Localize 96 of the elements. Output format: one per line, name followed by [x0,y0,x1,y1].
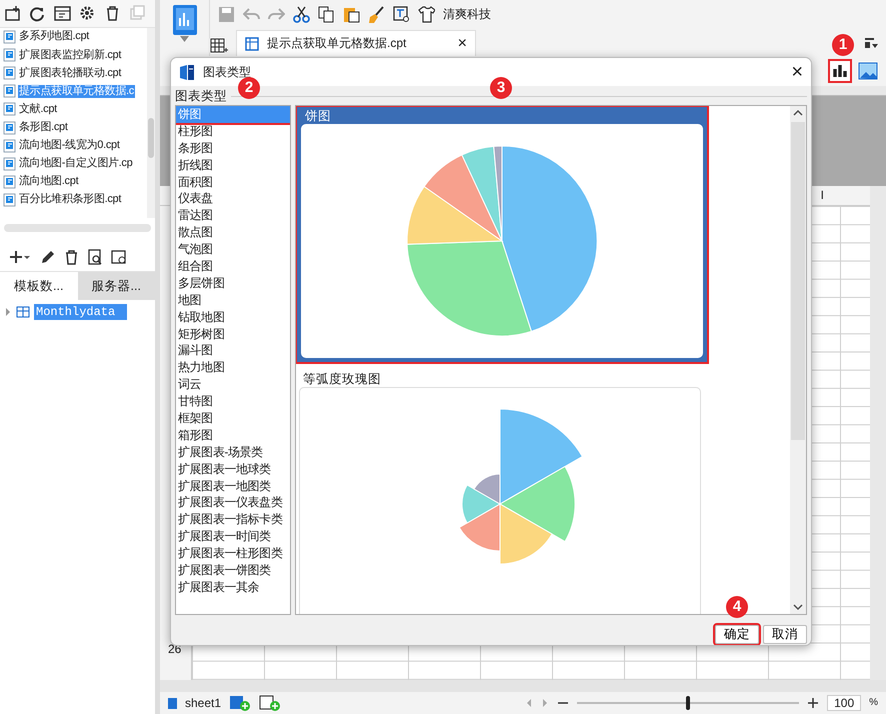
chart-type-item[interactable]: 钻取地图 [176,308,290,326]
plus-icon[interactable] [807,697,820,709]
chart-preview[interactable]: 等弧度玫瑰图 [297,370,703,614]
preview-title: 等弧度玫瑰图 [302,372,382,387]
chart-type-item[interactable]: 组合图 [176,258,290,275]
panel-tab[interactable]: 服务器... [78,272,155,300]
chart-type-item[interactable]: 扩展图表一饼图类 [176,562,290,579]
expand-arrow-icon[interactable] [4,307,12,318]
chart-type-item[interactable]: 扩展图表一地球类 [176,460,290,478]
group-label: 图表类型 [175,89,227,104]
file-icon [3,156,16,171]
column-header: I [820,188,824,203]
file-icon [3,174,16,189]
plus-icon[interactable] [8,249,31,266]
scissors-icon[interactable] [293,6,310,23]
chart-type-item[interactable]: 扩展图表一时间类 [176,528,290,546]
chart-type-item[interactable]: 扩展图表一柱形图类 [176,545,290,562]
chart-type-item[interactable]: 条形图 [176,140,290,157]
chart-type-item[interactable]: 扩展图表一仪表盘类 [176,494,290,512]
cancel-button[interactable]: 取消 [763,625,807,644]
scrollbar[interactable] [4,224,151,232]
dropdown-icon[interactable] [864,36,878,50]
chart-type-item[interactable]: 扩展图表一指标卡类 [176,511,290,528]
chart-type-item[interactable]: 扩展图表一地图类 [176,478,290,494]
chart-type-item[interactable]: 扩展图表-场景类 [176,444,290,461]
chart-type-item[interactable]: 雷达图 [176,207,290,224]
dialog-title: 图表类型 [203,64,251,80]
add-report-icon[interactable] [229,695,252,711]
chart-type-item[interactable]: 气泡图 [176,241,290,258]
chart-type-item[interactable]: 矩形树图 [176,326,290,342]
theme-label[interactable]: 清爽科技 [443,7,491,22]
text-search-icon[interactable] [393,6,410,23]
zoom-field[interactable]: 100 [827,694,862,712]
file-item[interactable]: 流向地图-线宽为0.cpt [18,139,121,152]
file-item[interactable]: 流向地图-自定义图片.cp [18,157,134,170]
chart-design-icon[interactable] [172,4,198,36]
add-form-icon[interactable] [259,695,282,711]
app-logo-icon [179,64,195,80]
chart-type-item[interactable]: 框架图 [176,410,290,427]
template-icon[interactable] [54,5,71,22]
file-icon [3,192,16,207]
paste-icon[interactable] [343,6,360,23]
scrollbar[interactable] [790,106,806,614]
trash-icon[interactable] [63,249,79,266]
chart-type-item[interactable]: 词云 [176,376,290,394]
shirt-icon[interactable] [418,6,435,23]
brush-icon[interactable] [368,6,385,23]
file-item[interactable]: 条形图.cpt [18,120,69,134]
file-item[interactable]: 扩展图表轮播联动.cpt [18,66,122,80]
chart-type-item[interactable]: 面积图 [176,174,290,190]
scrollbar[interactable] [160,680,886,692]
sheet-icon [168,698,177,708]
file-icon [3,84,16,98]
file-item[interactable]: 文献.cpt [18,102,58,116]
preview-title: 饼图 [304,109,332,124]
document-tab[interactable]: 提示点获取单元格数据.cpt [267,36,406,51]
close-button[interactable]: × [791,60,803,84]
search-icon[interactable] [87,249,103,266]
zoom-unit: % [869,697,878,709]
file-icon [3,48,16,62]
file-item[interactable]: 扩展图表监控刷新.cpt [18,48,122,62]
ok-button[interactable]: 确定 [715,625,759,644]
table-icon [16,306,30,318]
file-item[interactable]: 流向地图.cpt [18,175,80,188]
chart-type-item[interactable]: 地图 [176,292,290,309]
scrollbar[interactable] [870,186,886,680]
report-icon [245,36,259,50]
file-icon [3,66,16,80]
new-folder-icon[interactable] [4,5,21,22]
chart-type-item[interactable]: 热力地图 [176,359,290,376]
image-icon[interactable] [858,62,878,80]
file-icon [3,30,16,44]
file-item[interactable]: 百分比堆积条形图.cpt [18,193,122,206]
chart-type-item[interactable]: 扩展图表一其余 [176,578,290,596]
close-button[interactable]: × [458,34,467,54]
file-icon [3,102,16,116]
chart-type-item[interactable]: 折线图 [176,156,290,174]
refresh-icon[interactable] [29,5,46,22]
pencil-icon[interactable] [39,249,55,266]
chart-type-item[interactable]: 箱形图 [176,426,290,444]
sheet-tab[interactable]: sheet1 [185,696,222,710]
file-item[interactable]: 多系列地图.cpt [18,30,90,44]
chart-icon[interactable] [830,61,850,81]
file-icon [3,120,16,135]
chart-type-item[interactable]: 漏斗图 [176,342,290,360]
chart-type-item[interactable]: 散点图 [176,224,290,242]
chart-preview[interactable]: 饼图 [297,107,707,362]
zoom-slider[interactable] [686,696,690,710]
chart-type-item[interactable]: 柱形图 [176,122,290,140]
chart-type-item[interactable]: 多层饼图 [176,274,290,292]
copy-icon[interactable] [318,6,335,23]
scrollbar[interactable] [147,28,155,218]
chart-type-item[interactable]: 仪表盘 [176,190,290,208]
trash-icon[interactable] [104,5,121,22]
file-icon [3,138,16,153]
chart-type-item[interactable]: 甘特图 [176,393,290,410]
